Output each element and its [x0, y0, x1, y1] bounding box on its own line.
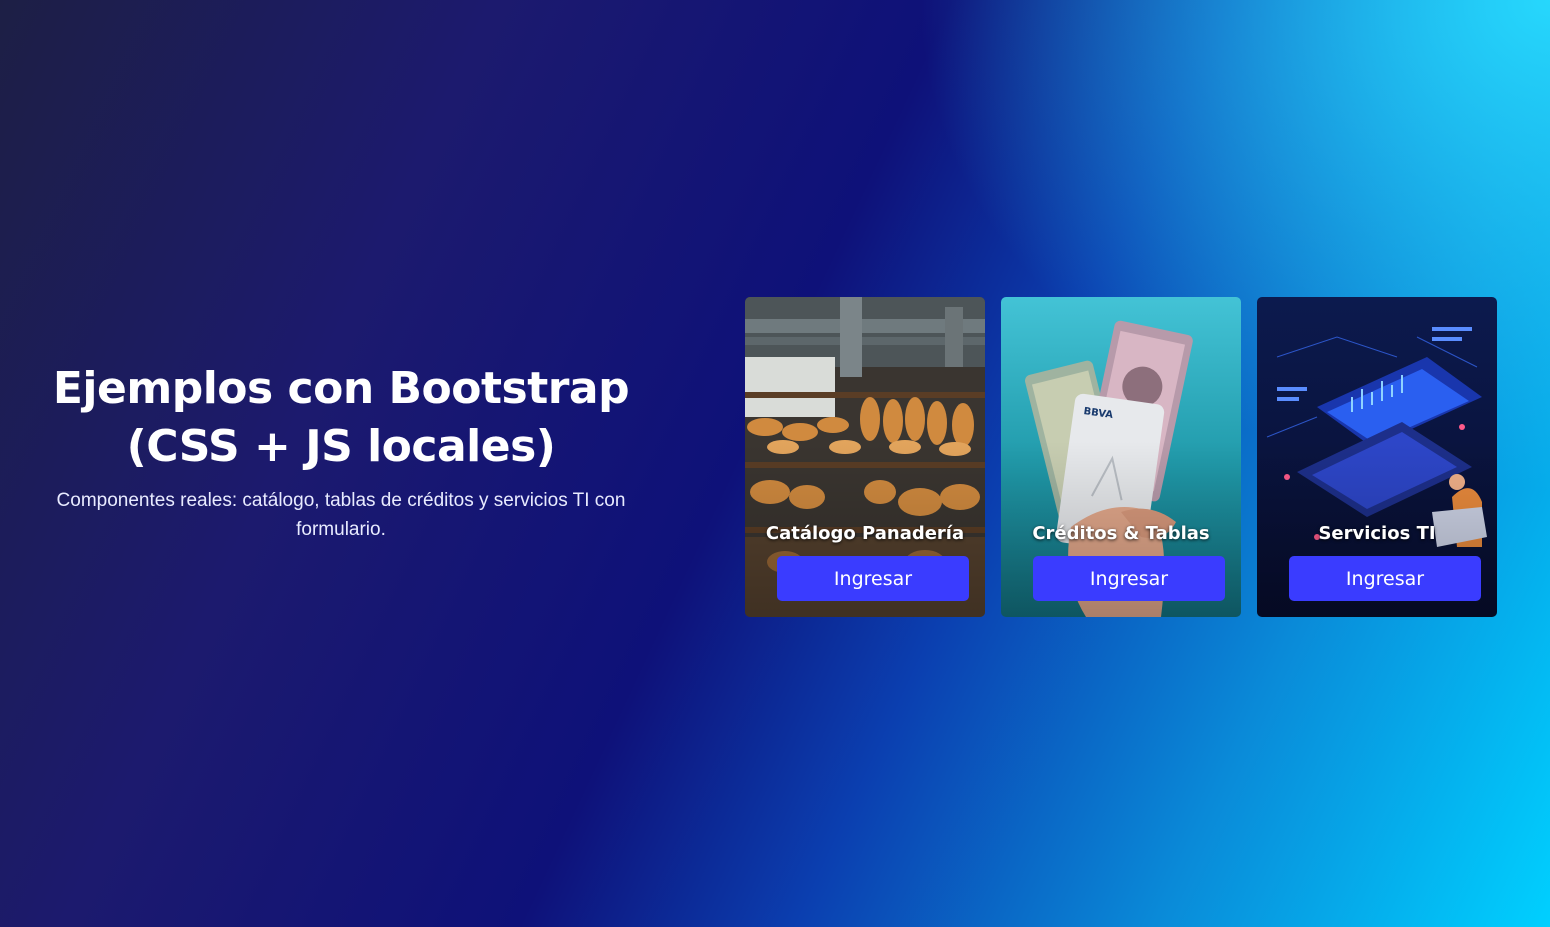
card-catalogo-panaderia: Catálogo Panadería Ingresar [745, 297, 985, 617]
page-subtitle: Componentes reales: catálogo, tablas de … [56, 490, 626, 540]
ingresar-button-panaderia[interactable]: Ingresar [777, 556, 969, 601]
page-title: Ejemplos con Bootstrap (CSS + JS locales… [40, 360, 642, 476]
card-servicios-ti: Servicios TI Ingresar [1257, 297, 1497, 617]
page-title-line-1: Ejemplos con Bootstrap [52, 363, 630, 414]
ingresar-button-servicios[interactable]: Ingresar [1289, 556, 1481, 601]
hero-section: Ejemplos con Bootstrap (CSS + JS locales… [40, 360, 642, 544]
ingresar-button-creditos[interactable]: Ingresar [1033, 556, 1225, 601]
card-title: Servicios TI [1318, 523, 1436, 544]
card-creditos-tablas: BBVA Créditos & Tablas Ingresar [1001, 297, 1241, 617]
card-title: Catálogo Panadería [765, 523, 965, 544]
page-title-line-2: (CSS + JS locales) [126, 421, 556, 472]
card-title: Créditos & Tablas [1032, 523, 1210, 544]
card-gallery: Catálogo Panadería Ingresar Créditos & T… [745, 297, 1497, 617]
